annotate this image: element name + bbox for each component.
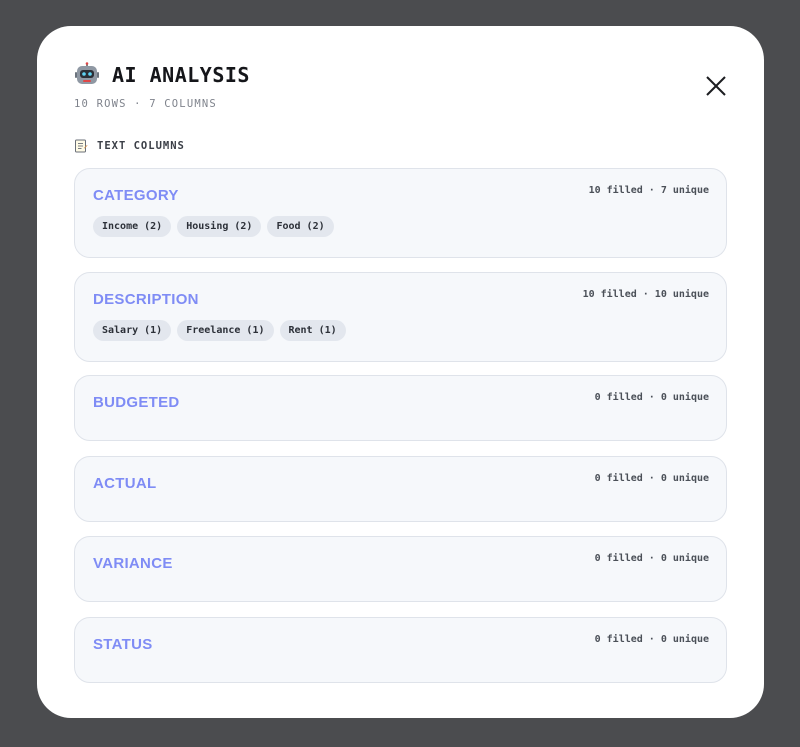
column-stats: 10 filled · 7 unique xyxy=(588,185,709,196)
modal-subtitle: 10 ROWS · 7 COLUMNS xyxy=(74,98,217,110)
value-chip: Food (2) xyxy=(267,216,334,237)
column-card-budgeted[interactable]: BUDGETED 0 filled · 0 unique xyxy=(74,375,727,441)
column-stats: 0 filled · 0 unique xyxy=(594,553,709,564)
value-chip: Freelance (1) xyxy=(177,320,274,341)
column-card-actual[interactable]: ACTUAL 0 filled · 0 unique xyxy=(74,456,727,522)
value-chip: Rent (1) xyxy=(279,320,346,341)
value-chips: Salary (1) Freelance (1) Rent (1) xyxy=(93,320,346,341)
close-icon[interactable] xyxy=(703,73,729,99)
modal-header: AI ANALYSIS xyxy=(74,62,250,88)
column-stats: 0 filled · 0 unique xyxy=(594,392,709,403)
column-stats: 0 filled · 0 unique xyxy=(594,473,709,484)
column-name: VARIANCE xyxy=(93,555,173,572)
memo-icon xyxy=(74,139,88,153)
column-name: DESCRIPTION xyxy=(93,291,199,308)
column-card-category[interactable]: CATEGORY 10 filled · 7 unique Income (2)… xyxy=(74,168,727,258)
ai-analysis-modal: AI ANALYSIS 10 ROWS · 7 COLUMNS TEXT COL… xyxy=(37,26,764,718)
value-chip: Housing (2) xyxy=(177,216,262,237)
modal-title: AI ANALYSIS xyxy=(112,63,250,87)
section-header-text-columns: TEXT COLUMNS xyxy=(74,139,185,153)
value-chip: Salary (1) xyxy=(93,320,172,341)
column-name: STATUS xyxy=(93,636,153,653)
value-chip: Income (2) xyxy=(93,216,172,237)
column-card-status[interactable]: STATUS 0 filled · 0 unique xyxy=(74,617,727,683)
column-card-description[interactable]: DESCRIPTION 10 filled · 10 unique Salary… xyxy=(74,272,727,362)
section-label: TEXT COLUMNS xyxy=(97,140,185,152)
column-card-variance[interactable]: VARIANCE 0 filled · 0 unique xyxy=(74,536,727,602)
column-stats: 0 filled · 0 unique xyxy=(594,634,709,645)
column-stats: 10 filled · 10 unique xyxy=(582,289,709,300)
column-name: CATEGORY xyxy=(93,187,179,204)
robot-icon xyxy=(74,62,100,88)
column-name: ACTUAL xyxy=(93,475,157,492)
column-name: BUDGETED xyxy=(93,394,180,411)
close-button[interactable] xyxy=(703,73,729,99)
value-chips: Income (2) Housing (2) Food (2) xyxy=(93,216,334,237)
